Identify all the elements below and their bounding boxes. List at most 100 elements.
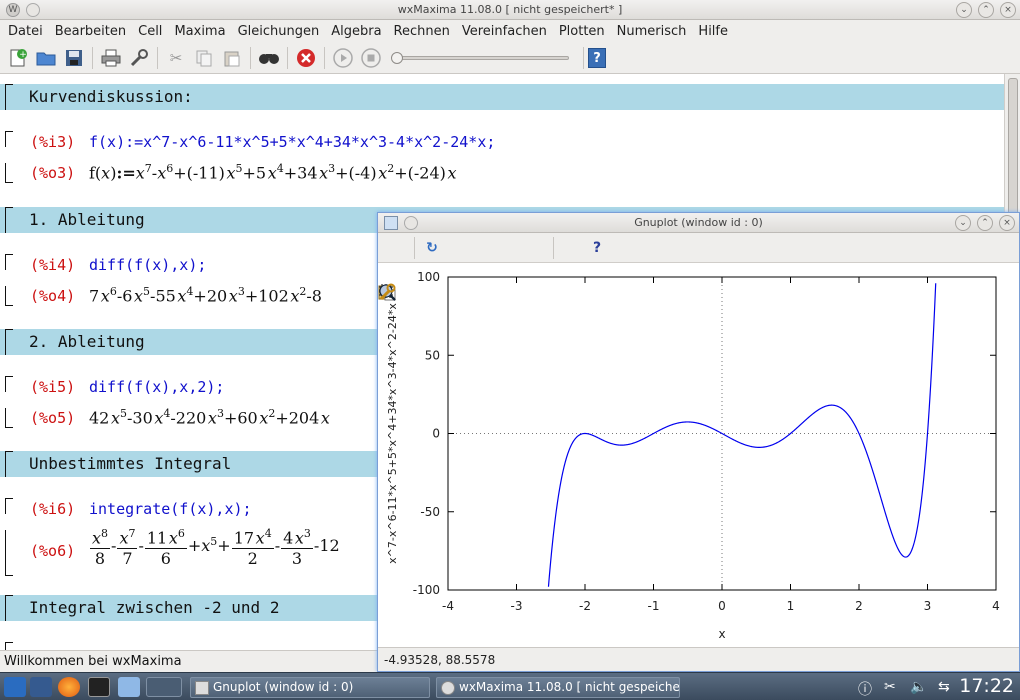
terminal-icon[interactable] bbox=[88, 677, 110, 697]
autoscale-icon[interactable] bbox=[379, 238, 546, 301]
menu-cell[interactable]: Cell bbox=[132, 24, 168, 39]
notifications-icon[interactable]: ⓘ bbox=[858, 679, 872, 699]
app-icon[interactable]: W bbox=[6, 3, 20, 17]
section-title: Integral zwischen -2 und 2 bbox=[29, 598, 280, 617]
window-menu-button[interactable] bbox=[26, 3, 40, 17]
window-title: wxMaxima 11.08.0 [ nicht gespeichert* ] bbox=[397, 3, 623, 16]
cell-bracket[interactable] bbox=[5, 131, 13, 147]
preferences-icon[interactable] bbox=[128, 47, 150, 69]
menu-rechnen[interactable]: Rechnen bbox=[388, 24, 456, 39]
x-tick-label: -4 bbox=[442, 599, 454, 613]
new-document-icon[interactable]: + bbox=[7, 47, 29, 69]
open-folder-icon[interactable] bbox=[35, 47, 57, 69]
gnuplot-window[interactable]: Gnuplot (window id : 0) ⌄ ⌃ × ↻ ? -4 -3 -2… bbox=[377, 212, 1020, 672]
menu-gleichungen[interactable]: Gleichungen bbox=[232, 24, 326, 39]
menu-bar: Datei Bearbeiten Cell Maxima Gleichungen… bbox=[0, 20, 1020, 42]
animation-slider[interactable] bbox=[391, 51, 569, 64]
input-label: (%i3) bbox=[30, 133, 76, 151]
section-title: Unbestimmtes Integral bbox=[29, 454, 232, 473]
x-tick-label: 1 bbox=[787, 599, 795, 613]
input-code[interactable]: integrate(f(x),x); bbox=[89, 500, 252, 518]
pager-icon[interactable] bbox=[146, 677, 182, 697]
y-tick-label: 0 bbox=[432, 427, 440, 441]
x-tick-label: 4 bbox=[992, 599, 1000, 613]
cell-bracket[interactable] bbox=[5, 408, 13, 428]
status-bar: Willkommen bei wxMaxima bbox=[0, 650, 378, 672]
replot-icon[interactable]: ↻ bbox=[422, 238, 442, 258]
task-gnuplot[interactable]: Gnuplot (window id : 0) bbox=[190, 677, 430, 698]
copy-clipboard-icon[interactable] bbox=[378, 238, 407, 301]
minimize-button[interactable]: ⌄ bbox=[956, 2, 972, 18]
find-icon[interactable] bbox=[258, 47, 280, 69]
cell-bracket[interactable] bbox=[5, 163, 13, 183]
gnuplot-app-icon[interactable] bbox=[384, 216, 398, 230]
toolbar-separator bbox=[157, 46, 158, 69]
network-icon[interactable]: ⇆ bbox=[938, 679, 950, 695]
zoom-previous-icon[interactable] bbox=[379, 238, 494, 301]
output-math: 42 x5-30 x4-220 x3+60 x2+204 x bbox=[89, 407, 330, 428]
svg-text:+: + bbox=[19, 50, 27, 60]
menu-hilfe[interactable]: Hilfe bbox=[692, 24, 734, 39]
gnuplot-close-button[interactable]: × bbox=[999, 215, 1015, 231]
cell-bracket[interactable] bbox=[5, 84, 13, 110]
cell-bracket[interactable] bbox=[5, 254, 13, 270]
cell-bracket[interactable] bbox=[5, 498, 13, 514]
menu-plotten[interactable]: Plotten bbox=[553, 24, 611, 39]
cell-bracket[interactable] bbox=[5, 286, 13, 306]
y-axis-label: x^7-x^6-11*x^5+5*x^4+34*x^3-4*x^2-24*x bbox=[386, 303, 399, 564]
firefox-icon[interactable] bbox=[58, 677, 80, 697]
close-button[interactable]: × bbox=[1000, 2, 1016, 18]
gnuplot-window-menu-button[interactable] bbox=[404, 216, 418, 230]
y-tick-label: -100 bbox=[413, 583, 440, 597]
help-button[interactable]: ? bbox=[588, 47, 606, 68]
file-manager-icon[interactable] bbox=[118, 677, 140, 697]
cell-bracket[interactable] bbox=[5, 642, 13, 650]
menu-algebra[interactable]: Algebra bbox=[325, 24, 387, 39]
gnuplot-maximize-button[interactable]: ⌃ bbox=[977, 215, 993, 231]
plot-canvas[interactable]: -4 -3 -2 -1 0 1 2 3 4 -100 -50 0 50 100 x x^7-x^6-11*… bbox=[378, 263, 1019, 647]
cell-bracket[interactable] bbox=[5, 595, 13, 621]
clock: 17:22 bbox=[959, 675, 1014, 697]
input-code[interactable]: diff(f(x),x); bbox=[89, 256, 206, 274]
menu-bearbeiten[interactable]: Bearbeiten bbox=[49, 24, 132, 39]
cut-icon[interactable]: ✂ bbox=[165, 47, 187, 69]
cell-bracket[interactable] bbox=[5, 207, 13, 233]
input-code[interactable]: f(x):=x^7-x^6-11*x^5+5*x^4+34*x^3-4*x^2-… bbox=[89, 133, 495, 151]
kde-menu-icon[interactable] bbox=[4, 677, 26, 697]
zoom-next-icon[interactable] bbox=[379, 238, 520, 301]
x-tick-label: 3 bbox=[924, 599, 932, 613]
section-title: 1. Ableitung bbox=[29, 210, 145, 229]
menu-numerisch[interactable]: Numerisch bbox=[611, 24, 693, 39]
copy-icon[interactable] bbox=[193, 47, 215, 69]
y-tick-label: 100 bbox=[417, 270, 440, 284]
input-code[interactable]: diff(f(x),x,2); bbox=[89, 378, 224, 396]
interrupt-icon[interactable] bbox=[295, 47, 317, 69]
taskbar: Gnuplot (window id : 0) wxMaxima 11.08.0… bbox=[0, 672, 1020, 700]
klipper-icon[interactable]: ✂ bbox=[884, 679, 896, 695]
cell-bracket[interactable] bbox=[5, 451, 13, 477]
volume-icon[interactable]: 🔈 bbox=[910, 679, 927, 695]
section-title: Kurvendiskussion: bbox=[29, 87, 193, 106]
stop-icon[interactable] bbox=[360, 47, 382, 69]
paste-icon[interactable] bbox=[221, 47, 243, 69]
task-wxmaxima[interactable]: wxMaxima 11.08.0 [ nicht gespeichert* ] bbox=[436, 677, 680, 698]
cell-bracket[interactable] bbox=[5, 329, 13, 355]
cell-bracket[interactable] bbox=[5, 530, 13, 576]
menu-vereinfachen[interactable]: Vereinfachen bbox=[456, 24, 553, 39]
output-math: f(x):=x7-x6+(-11) x5+5 x4+34 x3+(-4) x2+… bbox=[89, 162, 457, 183]
section-cell[interactable]: Kurvendiskussion: bbox=[0, 84, 1004, 110]
help-icon[interactable]: ? bbox=[587, 238, 607, 258]
grid-icon[interactable] bbox=[379, 238, 468, 298]
menu-datei[interactable]: Datei bbox=[2, 24, 49, 39]
gnuplot-minimize-button[interactable]: ⌄ bbox=[955, 215, 971, 231]
print-icon[interactable] bbox=[100, 47, 122, 69]
menu-maxima[interactable]: Maxima bbox=[168, 24, 231, 39]
output-label: (%o4) bbox=[30, 287, 76, 305]
config-icon[interactable] bbox=[379, 238, 581, 301]
play-icon[interactable] bbox=[332, 47, 354, 69]
save-icon[interactable] bbox=[63, 47, 85, 69]
desktop-icon[interactable] bbox=[30, 677, 52, 697]
gnuplot-toolbar: ↻ ? bbox=[378, 233, 1019, 301]
maximize-button[interactable]: ⌃ bbox=[978, 2, 994, 18]
cell-bracket[interactable] bbox=[5, 376, 13, 392]
